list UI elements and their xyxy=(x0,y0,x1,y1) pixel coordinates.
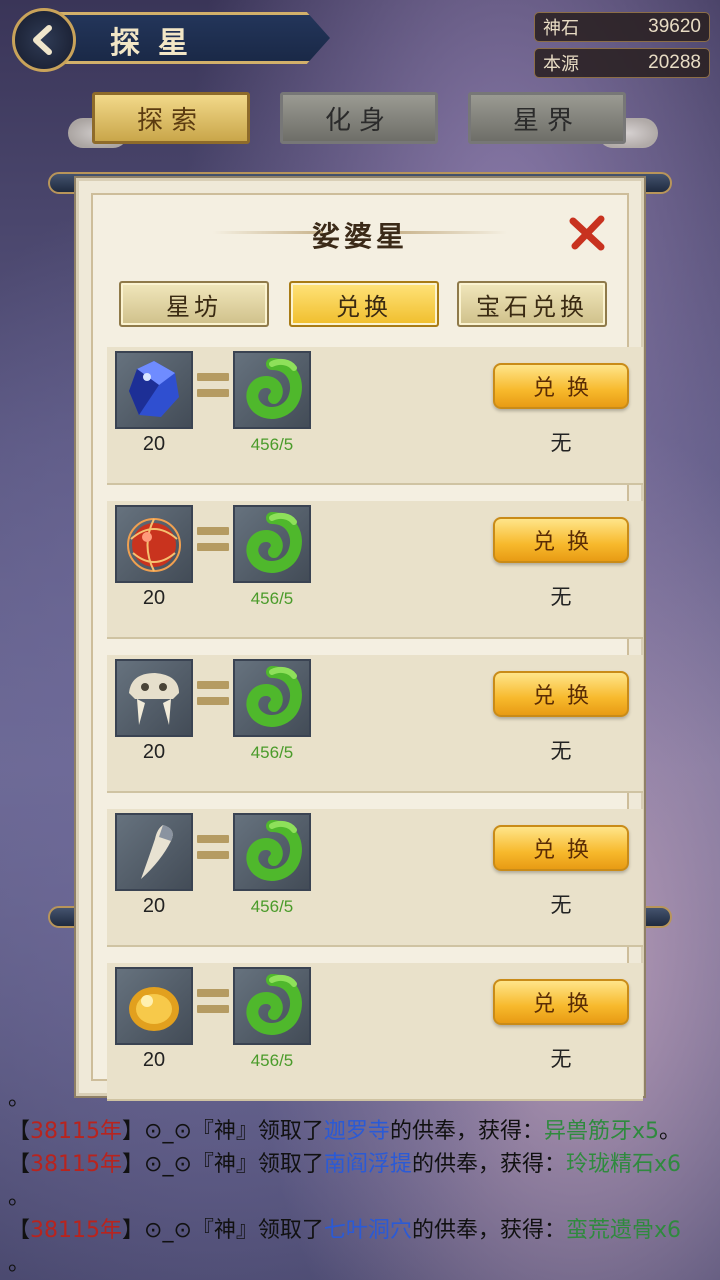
exchange-button[interactable]: 兑换 xyxy=(493,671,629,717)
subtab-exchange[interactable]: 兑换 xyxy=(289,281,439,327)
item-quantity: 20 xyxy=(142,587,166,609)
close-button[interactable] xyxy=(567,213,607,253)
item-slot[interactable] xyxy=(115,505,193,583)
item-slot[interactable] xyxy=(115,813,193,891)
exchange-button[interactable]: 兑换 xyxy=(493,517,629,563)
reward-slot[interactable] xyxy=(233,813,311,891)
reward-slot[interactable] xyxy=(233,351,311,429)
blue-gem-icon xyxy=(129,361,179,417)
exchange-status: 无 xyxy=(550,1047,572,1071)
exchange-row: 20 456/5 兑换 无 xyxy=(107,501,643,639)
close-icon xyxy=(569,215,605,251)
green-jade-dragon-icon xyxy=(246,820,302,881)
chat-message: 【38115年】⊙_⊙『神』领取了七叶洞穴的供奉，获得：蛮荒遗骨x6 xyxy=(8,1218,681,1243)
chat-message: 【38115年】⊙_⊙『神』领取了南阎浮提的供奉，获得：玲珑精石x6 xyxy=(8,1152,681,1177)
exchange-row: 20 456/5 兑换 无 xyxy=(107,655,643,793)
chat-fragment: 。 xyxy=(8,1251,31,1276)
item-quantity: 20 xyxy=(142,895,166,917)
equals-sign xyxy=(197,989,229,1019)
resource-value: 20288 xyxy=(648,52,701,73)
beast-fang-icon xyxy=(141,825,173,879)
exchange-status: 无 xyxy=(550,585,572,609)
panel-inner: 娑婆星 星坊 兑换 宝石兑换 20 456/5 兑换 无 20 456/5 兑换… xyxy=(91,193,643,1101)
exchange-button[interactable]: 兑换 xyxy=(493,979,629,1025)
exchange-row: 20 456/5 兑换 无 xyxy=(107,809,643,947)
reward-requirement: 456/5 xyxy=(250,589,294,608)
exchange-row: 20 456/5 兑换 无 xyxy=(107,347,643,485)
item-slot[interactable] xyxy=(115,659,193,737)
item-quantity: 20 xyxy=(142,433,166,455)
item-quantity: 20 xyxy=(142,1049,166,1071)
tab-avatar[interactable]: 化身 xyxy=(280,92,438,144)
resource-label: 本源 xyxy=(543,54,579,75)
chevron-left-icon xyxy=(33,25,52,55)
green-jade-dragon-icon xyxy=(246,358,302,419)
exchange-button[interactable]: 兑换 xyxy=(493,363,629,409)
reward-requirement: 456/5 xyxy=(250,1051,294,1070)
green-jade-dragon-icon xyxy=(246,512,302,573)
chat-fragment: 。 xyxy=(8,1185,31,1210)
page-title: 探星 xyxy=(110,26,206,61)
equals-sign xyxy=(197,373,229,403)
resource-benyuan: 本源 20288 xyxy=(534,48,710,78)
item-quantity: 20 xyxy=(142,741,166,763)
beast-skull-icon xyxy=(129,673,179,725)
equals-sign xyxy=(197,681,229,711)
reward-slot[interactable] xyxy=(233,659,311,737)
reward-requirement: 456/5 xyxy=(250,435,294,454)
green-jade-dragon-icon xyxy=(246,974,302,1035)
back-button[interactable] xyxy=(12,8,76,72)
equals-sign xyxy=(197,527,229,557)
tab-star-realm[interactable]: 星界 xyxy=(468,92,626,144)
chat-message: 【38115年】⊙_⊙『神』领取了迦罗寺的供奉，获得：异兽筋牙x5。 xyxy=(8,1119,681,1144)
resource-label: 神石 xyxy=(543,18,579,39)
reward-slot[interactable] xyxy=(233,505,311,583)
panel-title: 娑婆星 xyxy=(311,220,408,253)
subtab-gem-exchange[interactable]: 宝石兑换 xyxy=(457,281,607,327)
red-orb-icon xyxy=(127,518,181,572)
tab-explore[interactable]: 探索 xyxy=(92,92,250,144)
exchange-button[interactable]: 兑换 xyxy=(493,825,629,871)
reward-requirement: 456/5 xyxy=(250,743,294,762)
exchange-row: 20 456/5 兑换 无 xyxy=(107,963,643,1101)
reward-slot[interactable] xyxy=(233,967,311,1045)
exchange-panel: 娑婆星 星坊 兑换 宝石兑换 20 456/5 兑换 无 20 456/5 兑换… xyxy=(76,178,644,1101)
item-slot[interactable] xyxy=(115,351,193,429)
reward-requirement: 456/5 xyxy=(250,897,294,916)
exchange-status: 无 xyxy=(550,431,572,455)
golden-orb-icon xyxy=(129,987,179,1031)
exchange-status: 无 xyxy=(550,893,572,917)
subtab-star-workshop[interactable]: 星坊 xyxy=(119,281,269,327)
resource-shenshi: 神石 39620 xyxy=(534,12,710,42)
exchange-list[interactable]: 20 456/5 兑换 无 20 456/5 兑换 无 20 456/5 兑换 … xyxy=(107,347,643,1117)
item-slot[interactable] xyxy=(115,967,193,1045)
exchange-status: 无 xyxy=(550,739,572,763)
equals-sign xyxy=(197,835,229,865)
resource-value: 39620 xyxy=(648,16,701,37)
green-jade-dragon-icon xyxy=(246,666,302,727)
